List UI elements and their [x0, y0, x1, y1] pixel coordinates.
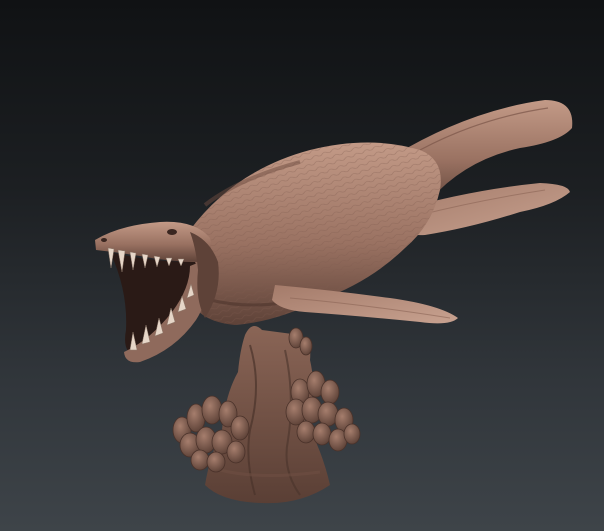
front-flipper [272, 285, 458, 324]
eye [167, 229, 177, 235]
creature-head [95, 221, 219, 363]
sculpture-render [95, 100, 573, 504]
viewport-canvas [0, 0, 604, 531]
